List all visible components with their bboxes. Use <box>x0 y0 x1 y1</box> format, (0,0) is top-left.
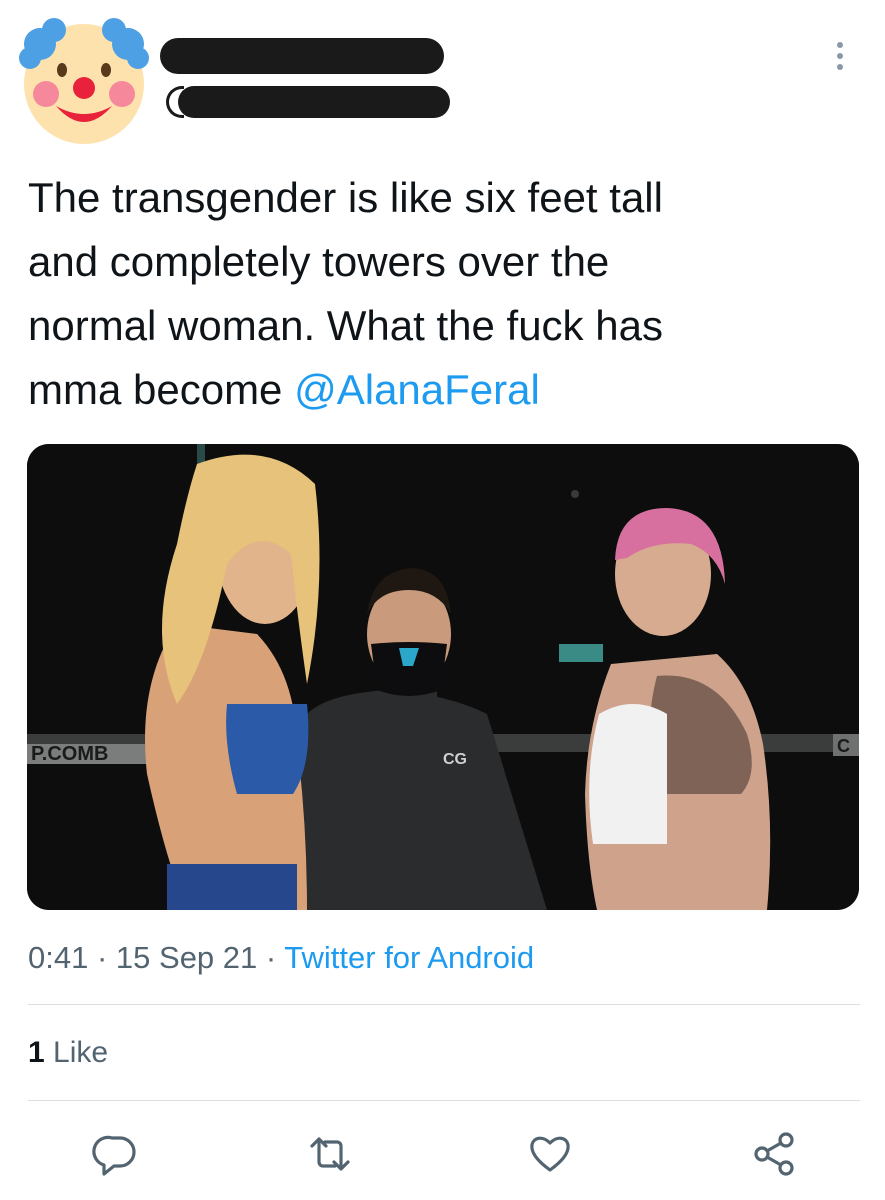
likes-count[interactable]: 1 Like <box>28 1032 108 1074</box>
tweet-date: 15 Sep 21 <box>115 940 258 975</box>
tweet-text-fragment: mma become <box>28 366 295 413</box>
tweet-text-line: The transgender is like six feet tall <box>28 174 663 221</box>
share-icon[interactable] <box>750 1130 798 1178</box>
mention-link[interactable]: @AlanaFeral <box>294 366 540 413</box>
heart-icon[interactable] <box>526 1130 574 1178</box>
divider <box>28 1100 860 1101</box>
clown-emoji-icon <box>19 18 149 144</box>
avatar[interactable] <box>18 14 150 146</box>
redacted-display-name <box>160 38 444 74</box>
tweet-media-photo[interactable]: P.COMB C CG <box>27 444 859 910</box>
meta-separator: · <box>265 940 277 975</box>
reply-icon[interactable] <box>92 1130 140 1178</box>
tweet-source-link[interactable]: Twitter for Android <box>284 940 534 975</box>
redacted-handle <box>178 86 450 118</box>
like-count-label: Like <box>53 1036 109 1069</box>
svg-text:CG: CG <box>443 751 467 768</box>
tweet-text-line: and completely towers over the <box>28 238 610 285</box>
fighter-faceoff-photo: P.COMB C CG <box>27 444 859 910</box>
tweet-text: The transgender is like six feet tall an… <box>28 166 848 422</box>
tweet-text-line: mma become @AlanaFeral <box>28 358 848 422</box>
banner-left-text: P.COMB <box>31 743 108 765</box>
tweet-time: 0:41 <box>28 940 89 975</box>
like-count-value: 1 <box>28 1036 45 1069</box>
tweet-metadata: 0:41 · 15 Sep 21 · Twitter for Android <box>28 936 534 980</box>
tweet-text-line: normal woman. What the fuck has <box>28 302 663 349</box>
more-options-icon[interactable] <box>828 38 852 74</box>
meta-separator: · <box>96 940 108 975</box>
banner-right-text: C <box>837 736 850 756</box>
divider <box>28 1004 860 1005</box>
retweet-icon[interactable] <box>306 1130 354 1178</box>
